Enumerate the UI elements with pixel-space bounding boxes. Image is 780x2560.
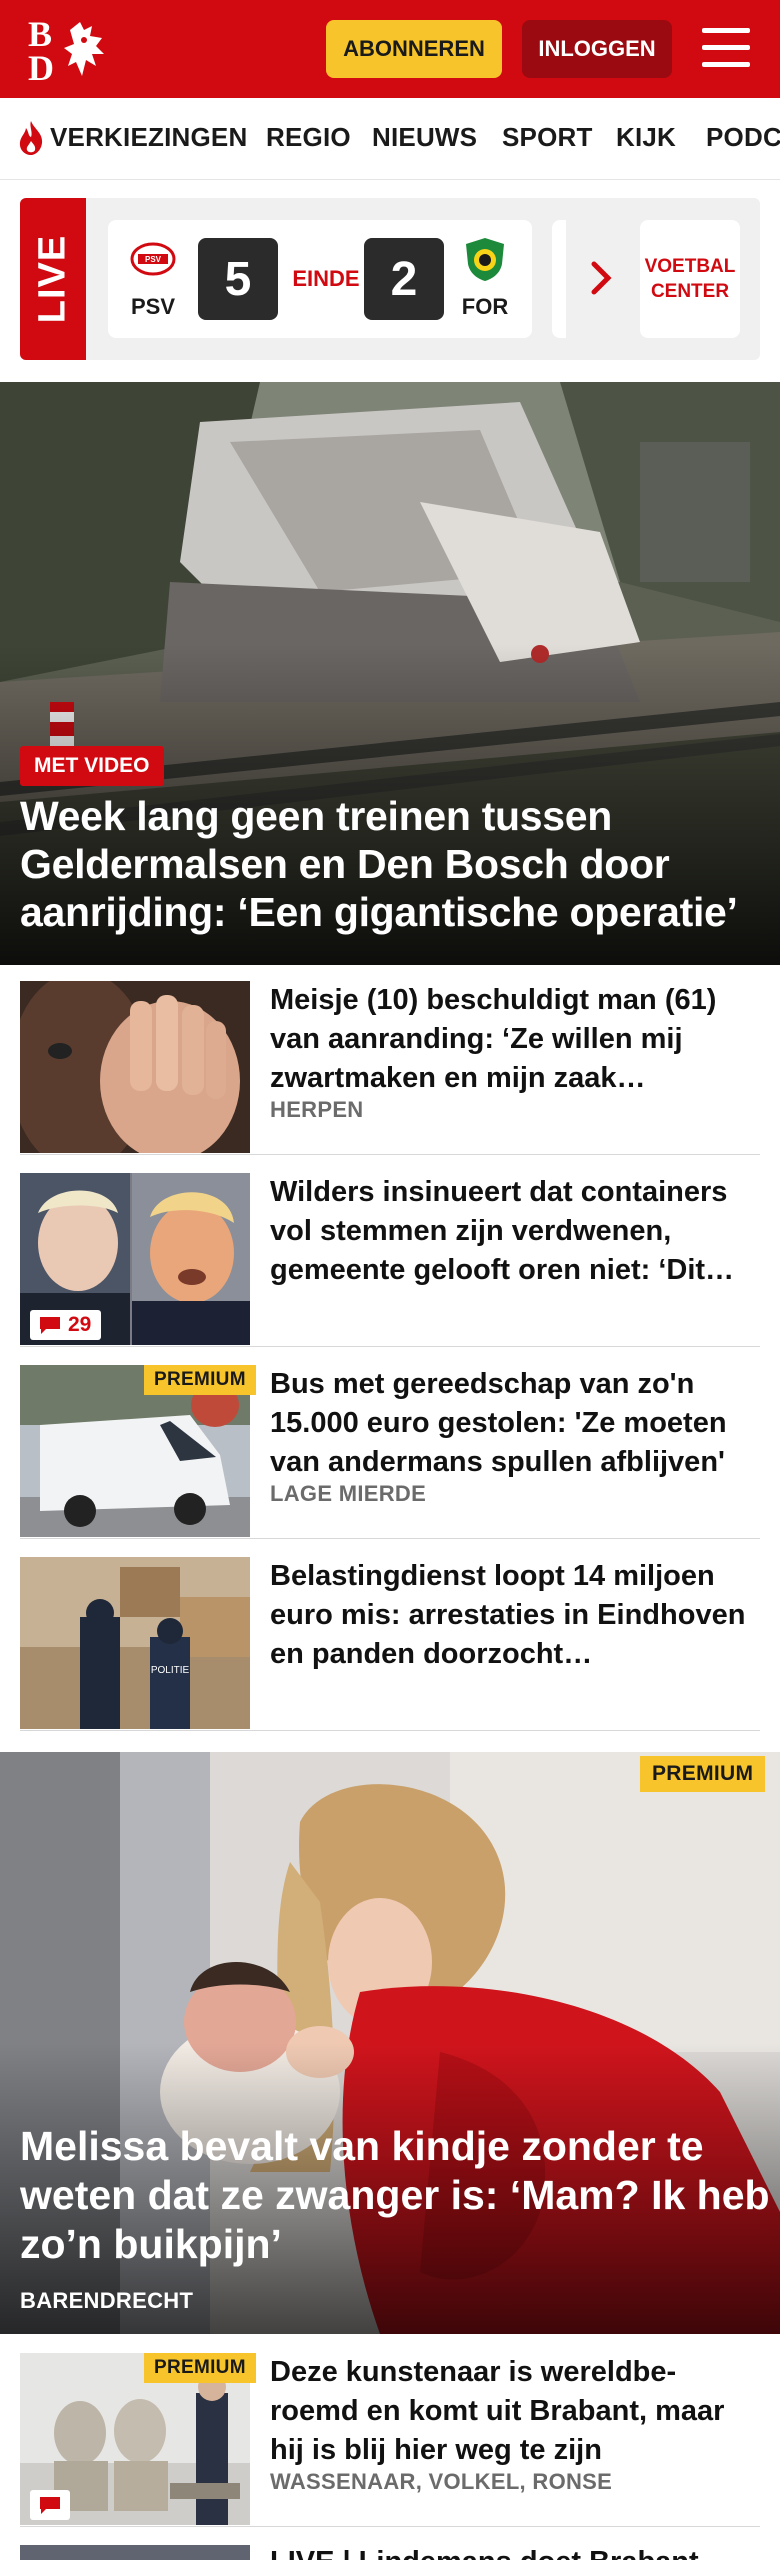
comment-icon xyxy=(40,1317,60,1334)
next-match-card[interactable] xyxy=(552,220,566,338)
nav-item-sport[interactable]: SPORT xyxy=(502,122,593,153)
article-title[interactable]: Meisje (10) beschuldigt man (61) van aan… xyxy=(270,981,760,1098)
comment-count[interactable]: 29 xyxy=(30,1310,102,1340)
list-item[interactable]: Meisje (10) beschuldigt man (61) van aan… xyxy=(20,965,760,1155)
hamburger-menu-icon[interactable] xyxy=(700,26,752,70)
premium-badge: PREMIUM xyxy=(640,1756,766,1792)
home-team-name: PSV xyxy=(130,294,176,319)
fortuna-logo-icon xyxy=(466,238,504,281)
article-thumbnail: POLITIE xyxy=(20,1557,250,1729)
login-button[interactable]: INLOGGEN xyxy=(522,20,672,78)
article-thumbnail xyxy=(20,2545,250,2560)
comment-count[interactable] xyxy=(30,2490,70,2520)
hero-article[interactable]: MET VIDEO Week lang geen treinen tussen … xyxy=(0,382,780,965)
nav-item-regio[interactable]: REGIO xyxy=(266,122,351,153)
premium-badge: PREMIUM xyxy=(144,2353,256,2383)
nav-item-verkiezingen[interactable]: VERKIEZINGEN xyxy=(50,122,247,153)
match-status: EINDE xyxy=(292,266,360,291)
list-item[interactable]: PREMIUM Deze kunstenaar is wereldbe-roem… xyxy=(20,2337,760,2527)
away-score: 2 xyxy=(364,238,444,320)
article-location: WASSENAAR, VOLKEL, RONSE xyxy=(270,2469,613,2494)
flame-icon xyxy=(19,121,43,155)
list-item[interactable]: PREMIUM Bus met gereedschap van zo'n 15.… xyxy=(20,1349,760,1539)
article-title[interactable]: Bus met gereedschap van zo'n 15.000 euro… xyxy=(270,1365,760,1482)
video-tag: MET VIDEO xyxy=(20,746,164,786)
article-title[interactable]: Wilders insinueert dat containers vol st… xyxy=(270,1173,760,1290)
list-item[interactable]: POLITIE Belastingdienst loopt 14 miljoen… xyxy=(20,1541,760,1731)
list-item[interactable]: LIVE | Lindemans doet Brabant… xyxy=(20,2529,760,2560)
feature-title[interactable]: Melissa bevalt van kindje zonder te wete… xyxy=(20,2122,770,2269)
home-score: 5 xyxy=(198,238,278,320)
bd-logo[interactable]: B D xyxy=(28,14,118,88)
feature-location: BARENDRECHT xyxy=(20,2288,194,2313)
article-title[interactable]: Belastingdienst loopt 14 miljoen euro mi… xyxy=(270,1557,760,1674)
svg-text:POLITIE: POLITIE xyxy=(151,1665,190,1676)
voetbal-center-link[interactable]: VOETBAL CENTER xyxy=(640,220,740,338)
subscribe-button[interactable]: ABONNEREN xyxy=(326,20,502,78)
hero-title[interactable]: Week lang geen treinen tussen Geldermals… xyxy=(20,792,760,936)
live-score-bar: LIVE PSV PSV 5 EINDE 2 FOR VOETBAL CENTER xyxy=(20,198,760,360)
match-card[interactable]: PSV PSV 5 EINDE 2 FOR xyxy=(108,220,532,338)
nav-item-podcasts[interactable]: PODCASTS xyxy=(706,122,780,153)
nav-item-kijk[interactable]: KIJK xyxy=(616,122,676,153)
live-label: LIVE xyxy=(20,198,86,360)
away-team-name: FOR xyxy=(461,294,509,319)
section-nav: VERKIEZINGEN REGIO NIEUWS SPORT KIJK POD… xyxy=(0,98,780,180)
logo-letter-d: D xyxy=(28,48,54,88)
feature-article[interactable]: PREMIUM Melissa bevalt van kindje zonder… xyxy=(0,1752,780,2334)
logo-letter-b: B xyxy=(28,14,53,54)
chevron-right-icon[interactable] xyxy=(590,260,612,296)
nav-item-nieuws[interactable]: NIEUWS xyxy=(372,122,477,153)
premium-badge: PREMIUM xyxy=(144,1365,256,1395)
site-header: B D ABONNEREN INLOGGEN xyxy=(0,0,780,98)
article-location: HERPEN xyxy=(270,1097,364,1122)
comment-icon xyxy=(40,2497,60,2514)
article-title[interactable]: Deze kunstenaar is wereldbe-roemd en kom… xyxy=(270,2353,760,2470)
dragon-icon xyxy=(64,22,104,76)
article-thumbnail xyxy=(20,981,250,1153)
svg-text:PSV: PSV xyxy=(145,255,162,264)
article-location: LAGE MIERDE xyxy=(270,1481,427,1506)
psv-logo-icon: PSV xyxy=(130,242,176,276)
article-title[interactable]: LIVE | Lindemans doet Brabant… xyxy=(270,2543,760,2560)
list-item[interactable]: 29 Wilders insinueert dat containers vol… xyxy=(20,1157,760,1347)
